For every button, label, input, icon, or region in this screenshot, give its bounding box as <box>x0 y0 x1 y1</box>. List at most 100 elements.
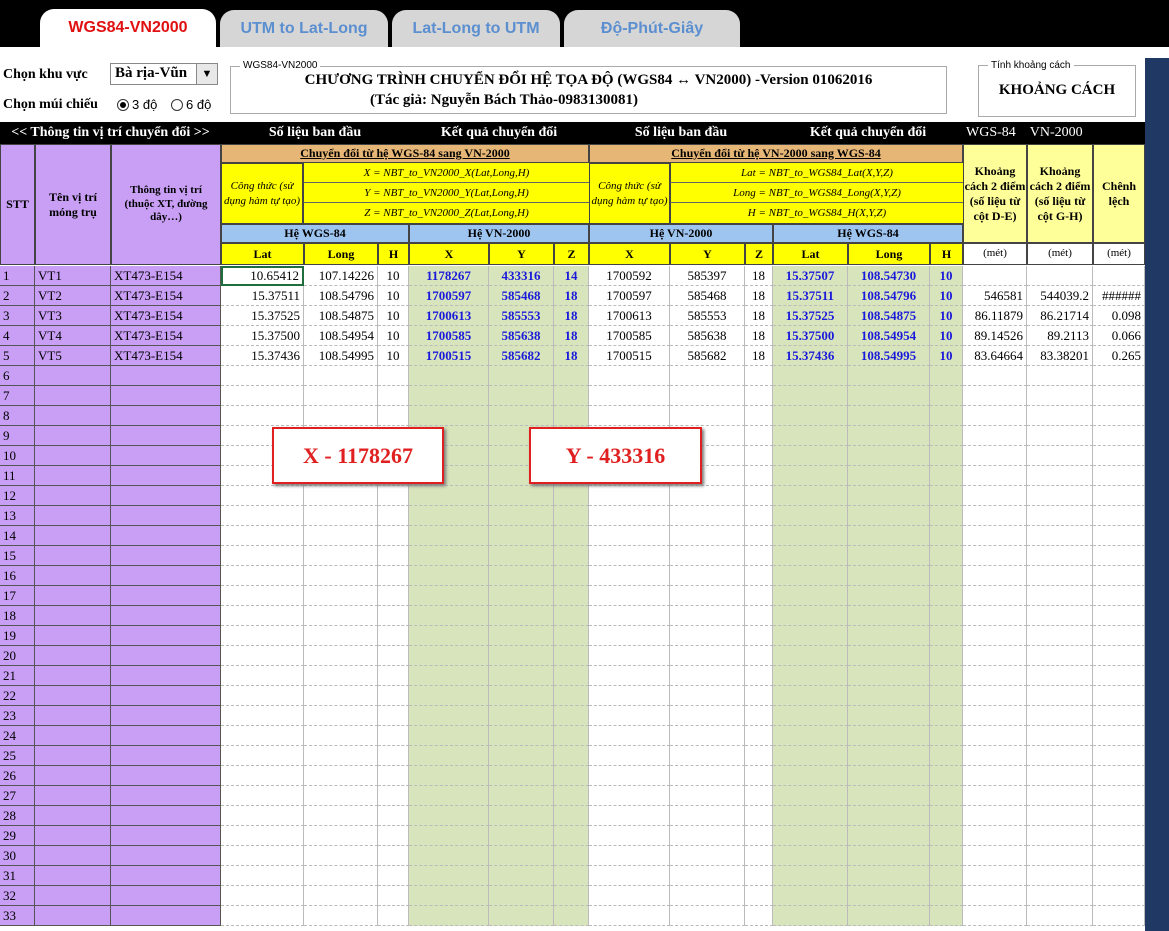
empty-cell[interactable] <box>489 606 554 626</box>
empty-cell[interactable] <box>963 786 1027 806</box>
empty-cell[interactable] <box>489 706 554 726</box>
empty-cell[interactable] <box>745 646 773 666</box>
cell-z2[interactable]: 18 <box>745 306 773 326</box>
empty-cell[interactable] <box>1027 566 1093 586</box>
empty-cell[interactable] <box>409 666 489 686</box>
cell-diff[interactable]: 0.098 <box>1093 306 1145 326</box>
cell-long2[interactable]: 108.54875 <box>848 306 930 326</box>
empty-cell[interactable] <box>35 646 111 666</box>
empty-cell[interactable] <box>221 906 304 926</box>
empty-cell[interactable] <box>378 706 409 726</box>
empty-cell[interactable] <box>111 586 221 606</box>
empty-cell[interactable] <box>409 846 489 866</box>
empty-cell[interactable] <box>930 466 963 486</box>
empty-cell[interactable] <box>589 566 670 586</box>
empty-cell[interactable] <box>489 826 554 846</box>
empty-cell[interactable] <box>930 406 963 426</box>
cell-d2[interactable]: 86.21714 <box>1027 306 1093 326</box>
empty-cell[interactable] <box>930 766 963 786</box>
empty-cell[interactable] <box>1093 826 1145 846</box>
empty-cell[interactable] <box>221 826 304 846</box>
empty-cell[interactable] <box>670 886 745 906</box>
empty-cell[interactable] <box>554 686 589 706</box>
empty-cell[interactable] <box>221 646 304 666</box>
empty-cell[interactable] <box>489 846 554 866</box>
empty-cell[interactable] <box>745 826 773 846</box>
empty-cell[interactable] <box>1093 646 1145 666</box>
empty-cell[interactable] <box>745 806 773 826</box>
row-number[interactable]: 17 <box>0 586 35 606</box>
empty-cell[interactable] <box>489 586 554 606</box>
empty-cell[interactable] <box>1027 766 1093 786</box>
empty-cell[interactable] <box>848 886 930 906</box>
empty-cell[interactable] <box>930 746 963 766</box>
empty-cell[interactable] <box>1027 906 1093 926</box>
empty-cell[interactable] <box>589 706 670 726</box>
empty-cell[interactable] <box>221 666 304 686</box>
cell-lat[interactable]: 10.65412 <box>221 266 304 286</box>
empty-cell[interactable] <box>589 406 670 426</box>
empty-cell[interactable] <box>773 886 848 906</box>
empty-cell[interactable] <box>963 766 1027 786</box>
empty-cell[interactable] <box>35 546 111 566</box>
empty-cell[interactable] <box>1027 606 1093 626</box>
cell-name[interactable]: VT5 <box>35 346 111 366</box>
empty-cell[interactable] <box>304 886 378 906</box>
empty-cell[interactable] <box>670 806 745 826</box>
empty-cell[interactable] <box>1093 426 1145 446</box>
empty-cell[interactable] <box>745 486 773 506</box>
empty-cell[interactable] <box>35 366 111 386</box>
empty-cell[interactable] <box>848 646 930 666</box>
empty-cell[interactable] <box>963 426 1027 446</box>
empty-cell[interactable] <box>35 806 111 826</box>
empty-cell[interactable] <box>35 746 111 766</box>
row-number[interactable]: 14 <box>0 526 35 546</box>
empty-cell[interactable] <box>554 746 589 766</box>
empty-cell[interactable] <box>554 646 589 666</box>
empty-cell[interactable] <box>773 906 848 926</box>
empty-cell[interactable] <box>221 586 304 606</box>
empty-cell[interactable] <box>773 786 848 806</box>
row-number[interactable]: 27 <box>0 786 35 806</box>
empty-cell[interactable] <box>111 626 221 646</box>
right-scroll-bar[interactable] <box>1145 58 1169 931</box>
cell-stt[interactable]: 4 <box>0 326 35 346</box>
empty-cell[interactable] <box>930 386 963 406</box>
empty-cell[interactable] <box>111 366 221 386</box>
empty-cell[interactable] <box>35 886 111 906</box>
empty-cell[interactable] <box>773 806 848 826</box>
cell-x[interactable]: 1700585 <box>409 326 489 346</box>
empty-cell[interactable] <box>111 886 221 906</box>
cell-y[interactable]: 585468 <box>489 286 554 306</box>
empty-cell[interactable] <box>773 666 848 686</box>
empty-cell[interactable] <box>554 606 589 626</box>
empty-cell[interactable] <box>848 706 930 726</box>
empty-cell[interactable] <box>35 466 111 486</box>
empty-cell[interactable] <box>1093 886 1145 906</box>
empty-cell[interactable] <box>589 746 670 766</box>
cell-name[interactable]: VT3 <box>35 306 111 326</box>
empty-cell[interactable] <box>489 906 554 926</box>
empty-cell[interactable] <box>304 366 378 386</box>
empty-cell[interactable] <box>35 386 111 406</box>
cell-info[interactable]: XT473-E154 <box>111 306 221 326</box>
empty-cell[interactable] <box>745 566 773 586</box>
empty-cell[interactable] <box>745 746 773 766</box>
empty-cell[interactable] <box>304 646 378 666</box>
empty-cell[interactable] <box>589 846 670 866</box>
empty-cell[interactable] <box>489 626 554 646</box>
empty-cell[interactable] <box>1093 686 1145 706</box>
empty-cell[interactable] <box>378 806 409 826</box>
cell-x2[interactable]: 1700515 <box>589 346 670 366</box>
empty-cell[interactable] <box>1027 366 1093 386</box>
empty-cell[interactable] <box>489 746 554 766</box>
empty-cell[interactable] <box>378 526 409 546</box>
cell-y[interactable]: 585682 <box>489 346 554 366</box>
empty-cell[interactable] <box>489 886 554 906</box>
cell-name[interactable]: VT4 <box>35 326 111 346</box>
empty-cell[interactable] <box>489 546 554 566</box>
empty-cell[interactable] <box>221 566 304 586</box>
empty-cell[interactable] <box>745 546 773 566</box>
empty-cell[interactable] <box>378 406 409 426</box>
empty-cell[interactable] <box>963 466 1027 486</box>
